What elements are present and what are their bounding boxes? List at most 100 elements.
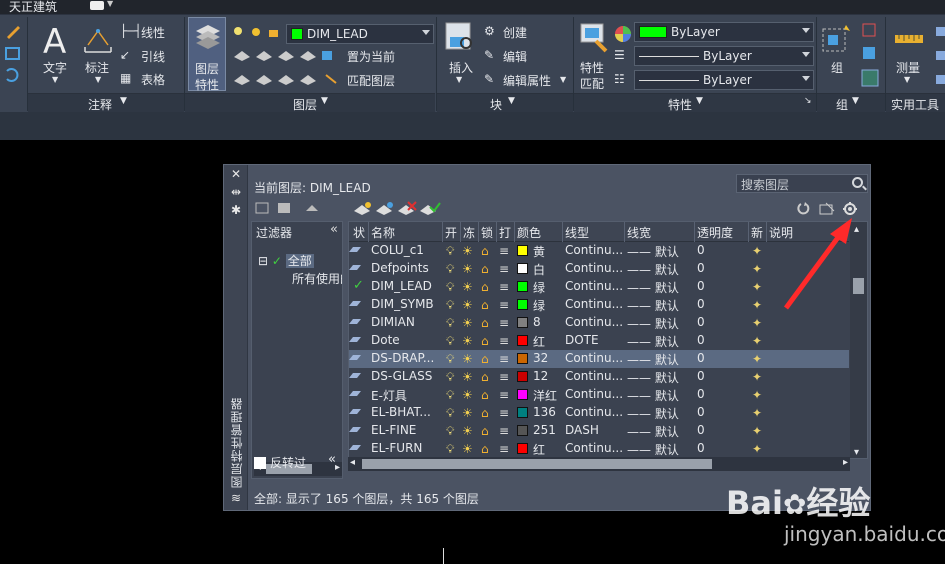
printer-icon[interactable]: ≡ <box>499 442 509 456</box>
printer-icon[interactable]: ≡ <box>499 316 509 330</box>
color-swatch[interactable] <box>517 317 528 328</box>
edit-attr-button[interactable]: 编辑属性 <box>503 72 551 89</box>
unlock-icon[interactable]: ⌂ <box>481 424 489 438</box>
transparency[interactable]: 0 <box>697 423 705 437</box>
lineweight[interactable]: —— 默认 <box>627 297 679 314</box>
layer-toolbar[interactable] <box>352 201 442 215</box>
linetype[interactable]: Continu... <box>565 315 625 329</box>
layer-name[interactable]: Defpoints <box>371 261 441 275</box>
color-swatch[interactable] <box>517 281 528 292</box>
groups-group-title[interactable]: 组 <box>836 96 848 113</box>
layer-name[interactable]: E-灯具 <box>371 387 441 404</box>
new-vp-freeze-icon[interactable]: ✦ <box>752 388 762 402</box>
close-icon[interactable]: ✕ <box>229 168 243 180</box>
layer-row[interactable]: EL-FINE 💡︎ ☀ ⌂ ≡ 251 DASH —— 默认 0 ✦ <box>349 422 849 440</box>
layer-row[interactable]: DIMIAN 💡︎ ☀ ⌂ ≡ 8 Continu... —— 默认 0 ✦ <box>349 314 849 332</box>
layer-name[interactable]: Dote <box>371 333 441 347</box>
column-header[interactable]: 颜色 <box>517 224 541 241</box>
linetype[interactable]: DOTE <box>565 333 625 347</box>
unlock-icon[interactable]: ⌂ <box>481 280 489 294</box>
unlock-icon[interactable]: ⌂ <box>481 316 489 330</box>
column-header[interactable]: 线型 <box>565 224 589 241</box>
color-swatch[interactable] <box>517 353 528 364</box>
layer-row[interactable]: Defpoints 💡︎ ☀ ⌂ ≡ 白 Continu... —— 默认 0 ✦ <box>349 260 849 278</box>
transparency[interactable]: 0 <box>697 333 705 347</box>
linetype-dropdown[interactable]: ByLayer <box>634 70 814 90</box>
layer-row[interactable]: COLU_c1 💡︎ ☀ ⌂ ≡ 黄 Continu... —— 默认 0 ✦ <box>349 242 849 260</box>
block-footer[interactable] <box>437 93 573 113</box>
unlock-icon[interactable]: ⌂ <box>481 442 489 456</box>
text-icon[interactable]: A <box>42 23 70 57</box>
printer-icon[interactable]: ≡ <box>499 352 509 366</box>
layer-state-icons[interactable] <box>232 25 286 39</box>
lineweight[interactable]: —— 默认 <box>627 441 679 458</box>
color-name[interactable]: 洋红 <box>533 387 557 404</box>
column-header[interactable]: 名称 <box>371 224 395 241</box>
palette-title-bar[interactable]: ✕ ⇹ ✱ 图层特性管理器 ≋ <box>224 165 248 510</box>
unlock-icon[interactable]: ⌂ <box>481 244 489 258</box>
bulb-on-icon[interactable]: 💡︎ <box>446 442 454 457</box>
insert-button[interactable]: 插入 <box>449 59 473 76</box>
layer-name[interactable]: EL-BHAT... <box>371 405 441 419</box>
printer-icon[interactable]: ≡ <box>499 370 509 384</box>
color-swatch[interactable] <box>517 335 528 346</box>
linetype[interactable]: Continu... <box>565 405 625 419</box>
insert-block-icon[interactable] <box>442 19 476 55</box>
printer-icon[interactable]: ≡ <box>499 280 509 294</box>
sun-thaw-icon[interactable]: ☀ <box>462 424 473 438</box>
color-swatch[interactable] <box>517 389 528 400</box>
bulb-on-icon[interactable]: 💡︎ <box>446 406 454 421</box>
new-vp-freeze-icon[interactable]: ✦ <box>752 334 762 348</box>
tab-tangent[interactable]: 天正建筑 <box>9 0 57 15</box>
sun-thaw-icon[interactable]: ☀ <box>462 406 473 420</box>
layer-name[interactable]: DIMIAN <box>371 315 441 329</box>
match-label-1[interactable]: 特性 <box>580 59 604 76</box>
unlock-icon[interactable]: ⌂ <box>481 370 489 384</box>
linetype[interactable]: DASH <box>565 423 625 437</box>
bulb-on-icon[interactable]: 💡︎ <box>446 388 454 403</box>
unlock-icon[interactable]: ⌂ <box>481 298 489 312</box>
transparency[interactable]: 0 <box>697 297 705 311</box>
layer-name[interactable]: DS-DRAP... <box>371 351 441 365</box>
lineweight[interactable]: —— 默认 <box>627 261 679 278</box>
group-tools-icons[interactable] <box>860 21 880 91</box>
column-header[interactable]: 状 <box>353 224 365 241</box>
layer-tools-row1-icons[interactable] <box>232 47 342 63</box>
layer-row[interactable]: Dote 💡︎ ☀ ⌂ ≡ 红 DOTE —— 默认 0 ✦ <box>349 332 849 350</box>
color-swatch[interactable] <box>517 263 528 274</box>
utilities-group-title[interactable]: 实用工具 <box>891 96 939 113</box>
draw-tools-icon[interactable] <box>4 23 22 83</box>
color-name[interactable]: 136 <box>533 405 556 419</box>
column-separator[interactable] <box>514 222 515 242</box>
lineweight[interactable]: —— 默认 <box>627 423 679 440</box>
layer-row[interactable]: E-灯具 💡︎ ☀ ⌂ ≡ 洋红 Continu... —— 默认 0 ✦ <box>349 386 849 404</box>
column-header[interactable]: 线宽 <box>627 224 651 241</box>
color-swatch[interactable] <box>517 425 528 436</box>
column-header[interactable]: 透明度 <box>697 224 733 241</box>
collapse-filter-icon[interactable]: « <box>330 222 338 237</box>
column-header[interactable]: 新 <box>751 224 763 241</box>
unlock-icon[interactable]: ⌂ <box>481 388 489 402</box>
layer-row[interactable]: DS-GLASS 💡︎ ☀ ⌂ ≡ 12 Continu... —— 默认 0 ✦ <box>349 368 849 386</box>
measure-button[interactable]: 测量 <box>896 59 920 76</box>
dim-button[interactable]: 标注 <box>85 59 109 76</box>
lineweight[interactable]: —— 默认 <box>627 279 679 296</box>
layer-row[interactable]: DS-DRAP... 💡︎ ☀ ⌂ ≡ 32 Continu... —— 默认 0 ✦ <box>349 350 849 368</box>
layer-name[interactable]: EL-FINE <box>371 423 441 437</box>
bulb-on-icon[interactable]: 💡︎ <box>446 280 454 295</box>
annotation-group-title[interactable]: 注释 <box>88 96 112 113</box>
measure-icon[interactable] <box>893 27 925 53</box>
new-vp-freeze-icon[interactable]: ✦ <box>752 442 762 456</box>
color-name[interactable]: 白 <box>533 261 545 278</box>
transparency[interactable]: 0 <box>697 261 705 275</box>
new-vp-freeze-icon[interactable]: ✦ <box>752 262 762 276</box>
color-swatch[interactable] <box>517 443 528 454</box>
sun-thaw-icon[interactable]: ☀ <box>462 442 473 456</box>
bulb-on-icon[interactable]: 💡︎ <box>446 244 454 259</box>
layer-row[interactable]: EL-BHAT... 💡︎ ☀ ⌂ ≡ 136 Continu... —— 默认 0 ✦ <box>349 404 849 422</box>
group-button[interactable]: 组 <box>831 59 843 76</box>
leader-button[interactable]: 引线 <box>141 48 165 65</box>
printer-icon[interactable]: ≡ <box>499 424 509 438</box>
sun-thaw-icon[interactable]: ☀ <box>462 334 473 348</box>
match-layer-button[interactable]: 匹配图层 <box>347 72 395 89</box>
